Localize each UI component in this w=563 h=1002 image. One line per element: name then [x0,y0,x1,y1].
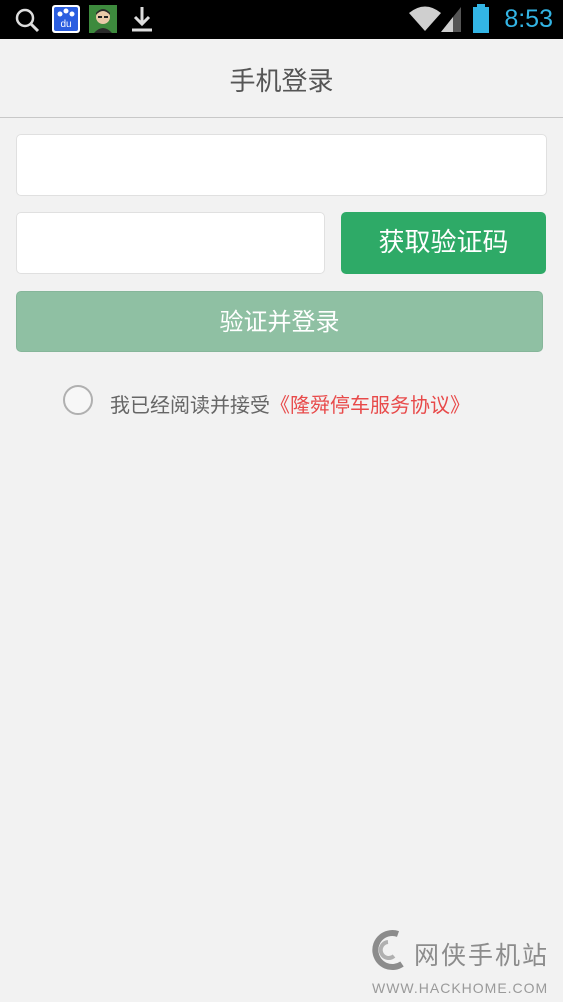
agreement-link[interactable]: 《隆舜停车服务协议》 [270,393,470,417]
baidu-app-icon: du [52,5,80,37]
watermark: 网侠手机站 WWW.HACKHOME.COM [368,928,558,998]
signal-icon [441,7,463,36]
code-input[interactable] [17,213,324,273]
agreement-radio[interactable] [63,385,93,415]
agreement-row: 我已经阅读并接受《隆舜停车服务协议》 [63,385,543,417]
code-field[interactable] [16,212,325,274]
wifi-icon [408,6,442,36]
get-code-button[interactable]: 获取验证码 [341,212,546,274]
battery-icon [472,4,490,38]
watermark-url: WWW.HACKHOME.COM [372,980,549,996]
avatar-app-icon [89,5,117,37]
phone-input[interactable] [17,135,546,195]
page-title: 手机登录 [229,67,334,97]
download-icon [129,5,155,37]
status-clock: 8:53 [504,5,553,33]
login-button[interactable]: 验证并登录 [16,291,543,352]
status-bar: du 8:53 [0,0,563,39]
agreement-prefix: 我已经阅读并接受 [110,393,270,417]
search-icon [14,7,40,37]
page-header: 手机登录 [0,39,563,118]
phone-field[interactable] [16,134,547,196]
baidu-icon-text: du [60,19,71,30]
agreement-text: 我已经阅读并接受《隆舜停车服务协议》 [110,389,470,418]
watermark-logo-icon [372,930,404,971]
watermark-title: 网侠手机站 [414,941,550,970]
